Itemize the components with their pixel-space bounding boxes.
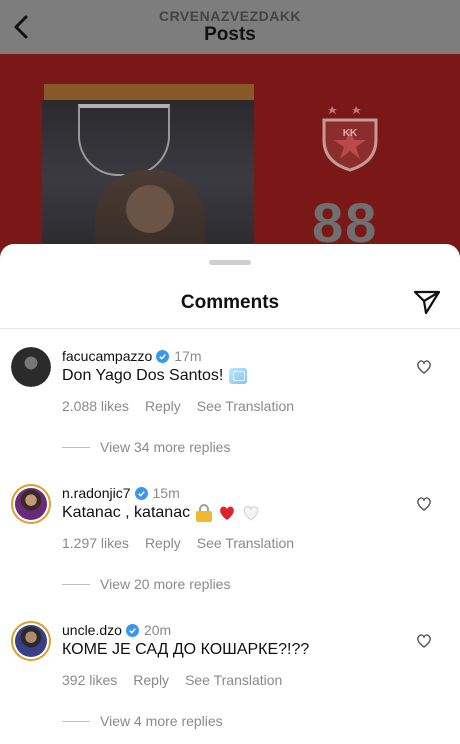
likes-count[interactable]: 392 likes bbox=[62, 672, 117, 688]
replies-divider bbox=[62, 446, 90, 448]
like-heart-icon[interactable] bbox=[416, 359, 432, 374]
like-heart-icon[interactable] bbox=[416, 633, 432, 648]
white-heart-icon bbox=[243, 506, 259, 521]
see-translation-button[interactable]: See Translation bbox=[197, 535, 294, 551]
comment-text: Katanac , katanac bbox=[62, 504, 191, 521]
replies-divider bbox=[62, 720, 90, 722]
comment-time: 20m bbox=[143, 622, 172, 638]
header-divider bbox=[0, 328, 460, 329]
like-heart-icon[interactable] bbox=[416, 496, 432, 511]
comment-text: КОМЕ ЈЕ САД ДО КОШАРКЕ?!?? bbox=[62, 641, 310, 658]
likes-count[interactable]: 1.297 likes bbox=[62, 535, 129, 551]
likes-count[interactable]: 2.088 likes bbox=[62, 398, 129, 414]
avatar[interactable] bbox=[11, 484, 51, 524]
view-replies-label: View 4 more replies bbox=[100, 713, 223, 729]
avatar[interactable] bbox=[11, 621, 51, 661]
comment-item: facucampazzo 17m Don Yago Dos Santos! 2.… bbox=[0, 347, 460, 475]
ice-cube-icon bbox=[229, 368, 248, 384]
basket-net bbox=[78, 104, 170, 176]
comments-sheet: Comments facucampazzo 17m Don Yago Dos S… bbox=[0, 244, 460, 744]
avatar[interactable] bbox=[11, 347, 51, 387]
reply-button[interactable]: Reply bbox=[145, 535, 181, 551]
comment-item: uncle.dzo 20m КОМЕ ЈЕ САД ДО КОШАРКЕ?!??… bbox=[0, 621, 460, 744]
top-bar: CRVENAZVEZDAKK Posts bbox=[0, 0, 460, 54]
comment-username[interactable]: n.radonjic7 bbox=[62, 485, 131, 501]
red-heart-icon bbox=[220, 506, 234, 520]
view-replies-label: View 34 more replies bbox=[100, 439, 231, 455]
lock-icon bbox=[196, 504, 213, 522]
view-replies-button[interactable]: View 20 more replies bbox=[62, 576, 230, 592]
reply-button[interactable]: Reply bbox=[133, 672, 169, 688]
verified-badge-icon bbox=[125, 623, 139, 637]
view-replies-label: View 20 more replies bbox=[100, 576, 231, 592]
comment-time: 15m bbox=[152, 485, 180, 501]
view-replies-button[interactable]: View 34 more replies bbox=[62, 439, 230, 455]
comment-text: Don Yago Dos Santos! bbox=[62, 367, 224, 384]
share-send-icon[interactable] bbox=[413, 289, 441, 315]
verified-badge-icon bbox=[156, 349, 170, 363]
verified-badge-icon bbox=[134, 486, 148, 500]
see-translation-button[interactable]: See Translation bbox=[197, 398, 294, 414]
club-crest-icon: KK bbox=[322, 106, 378, 172]
comment-username[interactable]: uncle.dzo bbox=[62, 622, 122, 638]
replies-divider bbox=[62, 583, 90, 585]
view-replies-button[interactable]: View 4 more replies bbox=[62, 713, 223, 729]
account-name[interactable]: CRVENAZVEZDAKK bbox=[0, 8, 460, 24]
reply-button[interactable]: Reply bbox=[145, 398, 181, 414]
comment-username[interactable]: facucampazzo bbox=[62, 348, 152, 364]
sheet-title: Comments bbox=[180, 292, 280, 313]
sheet-drag-handle[interactable] bbox=[209, 260, 251, 265]
crest-text: KK bbox=[343, 128, 358, 139]
page-title: Posts bbox=[204, 24, 256, 45]
see-translation-button[interactable]: See Translation bbox=[185, 672, 282, 688]
comment-item: n.radonjic7 15m Katanac , katanac 1.297 … bbox=[0, 484, 460, 612]
comment-time: 17m bbox=[174, 348, 202, 364]
